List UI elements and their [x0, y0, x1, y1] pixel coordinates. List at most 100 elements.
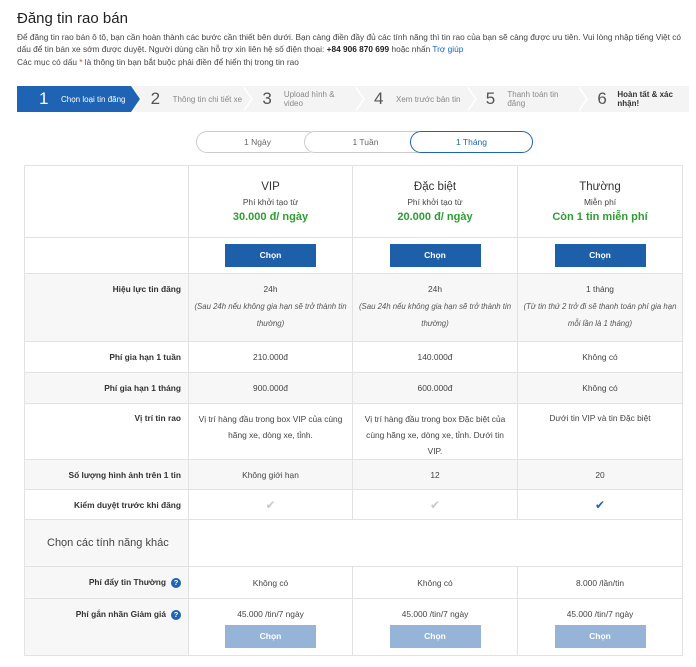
- step-5: 5 Thanh toán tin đăng: [465, 86, 589, 112]
- review-row: Kiểm duyệt trước khi đăng ✔ ✔ ✔: [24, 489, 683, 520]
- row-value: Vị trí hàng đầu trong box Đặc biệt của c…: [352, 403, 518, 460]
- row-value: Không có: [188, 566, 353, 599]
- check-icon: ✔: [429, 497, 441, 512]
- badge-price: 45.000 /tin/7 ngày: [566, 609, 634, 619]
- row-value: 12: [352, 459, 518, 490]
- step-number: 3: [262, 89, 272, 108]
- select-cell: Chọn: [517, 237, 683, 274]
- validity-value: 1 tháng: [586, 284, 614, 294]
- validity-note: (Sau 24h nếu không gia hạn sẽ trở thành …: [358, 302, 512, 328]
- empty-cell: [188, 519, 683, 567]
- row-value: ✔: [352, 489, 518, 520]
- plan-price: 20.000 đ/ ngày: [397, 210, 473, 223]
- step-6: 6 Hoàn tất & xác nhận!: [577, 86, 690, 112]
- row-value: 45.000 /tin/7 ngày Chọn: [517, 598, 683, 656]
- step-number: 6: [597, 89, 607, 108]
- push-row: Phí đẩy tin Thường? Không có Không có 8.…: [24, 566, 683, 599]
- images-row: Số lượng hình ảnh trên 1 tin Không giới …: [24, 459, 683, 490]
- plan-sub: Phí khởi tạo từ: [407, 196, 463, 207]
- badge-row: Phí gắn nhãn Giảm giá? 45.000 /tin/7 ngà…: [24, 598, 683, 656]
- extras-title: Chọn các tính năng khác: [24, 519, 189, 567]
- step-2: 2 Thông tin chi tiết xe: [130, 86, 253, 112]
- required-prefix: Các mục có dấu: [17, 56, 80, 67]
- plan-name: Đặc biệt: [413, 180, 457, 193]
- row-value: Không có: [352, 566, 518, 599]
- tab-1-month[interactable]: 1 Tháng: [410, 131, 533, 153]
- row-value: 20: [517, 459, 683, 490]
- intro-or: hoặc nhấn: [389, 44, 433, 55]
- row-label: Phí gia hạn 1 tuần: [24, 341, 189, 373]
- extras-header-row: Chọn các tính năng khác: [24, 519, 683, 567]
- validity-row: Hiệu lực tin đăng 24h (Sau 24h nếu không …: [24, 273, 683, 342]
- validity-value: 24h: [263, 284, 278, 294]
- steps-bar: 1 Chọn loại tin đăng 2 Thông tin chi tiết …: [17, 86, 690, 112]
- badge-price: 45.000 /tin/7 ngày: [237, 609, 304, 619]
- row-label: Kiểm duyệt trước khi đăng: [24, 489, 189, 520]
- step-label: Thanh toán tin đăng: [507, 90, 559, 108]
- step-number: 4: [374, 89, 384, 108]
- plan-name: Thường: [579, 180, 621, 193]
- plan-name: VIP: [261, 180, 280, 193]
- row-value: 45.000 /tin/7 ngày Chọn: [188, 598, 353, 656]
- select-special-button[interactable]: Chọn: [389, 244, 481, 267]
- step-label: Chọn loại tin đăng: [61, 94, 126, 104]
- row-value: 45.000 /tin/7 ngày Chọn: [352, 598, 518, 656]
- row-value: Dưới tin VIP và tin Đặc biệt: [517, 403, 683, 460]
- row-value: 600.000đ: [352, 372, 518, 404]
- pricing-table: VIP Phí khởi tạo từ 30.000 đ/ ngày Đặc b…: [24, 165, 683, 656]
- step-1: 1 Chọn loại tin đăng: [17, 86, 142, 112]
- help-link[interactable]: Trợ giúp: [432, 44, 463, 54]
- plan-sub: Miễn phí: [583, 196, 617, 207]
- info-icon[interactable]: ?: [171, 609, 181, 620]
- plan-normal: Thường Miễn phí Còn 1 tin miễn phí: [517, 165, 683, 238]
- intro-text: Để đăng tin rao bán ô tô, bạn cần hoàn t…: [17, 31, 689, 68]
- plan-vip: VIP Phí khởi tạo từ 30.000 đ/ ngày: [188, 165, 353, 238]
- required-suffix: là thông tin bạn bắt buộc phải điền để h…: [82, 56, 299, 67]
- badge-label: Phí gắn nhãn Giảm giá: [75, 609, 166, 619]
- row-value: 140.000đ: [352, 341, 518, 373]
- plan-price: Còn 1 tin miễn phí: [552, 210, 648, 223]
- badge-normal-button[interactable]: Chọn: [554, 625, 646, 648]
- step-3: 3 Upload hình & video: [242, 86, 365, 112]
- step-label: Hoàn tất & xác nhận!: [617, 90, 673, 108]
- step-label: Xem trước bản tin: [396, 94, 461, 104]
- badge-special-button[interactable]: Chọn: [389, 625, 481, 648]
- support-phone: +84 906 870 699: [326, 44, 390, 55]
- position-row: Vị trí tin rao Vị trí hàng đầu trong box…: [24, 403, 683, 460]
- validity-note: (Sau 24h nếu không gia hạn sẽ trở thành …: [194, 302, 347, 328]
- row-value: Không có: [517, 372, 683, 404]
- push-label: Phí đẩy tin Thường: [88, 577, 166, 588]
- select-row: Chọn Chọn Chọn: [24, 237, 683, 274]
- row-label: Vị trí tin rao: [24, 403, 189, 460]
- badge-vip-button[interactable]: Chọn: [225, 625, 316, 648]
- check-icon: ✔: [594, 497, 606, 512]
- row-label: Số lượng hình ảnh trên 1 tin: [24, 459, 189, 490]
- row-value: Không có: [517, 341, 683, 373]
- info-icon[interactable]: ?: [171, 577, 181, 588]
- select-vip-button[interactable]: Chọn: [225, 244, 316, 267]
- row-value: Vị trí hàng đầu trong box VIP của cùng h…: [188, 403, 353, 460]
- empty-cell: [24, 237, 189, 274]
- row-value: ✔: [517, 489, 683, 520]
- tab-1-day[interactable]: 1 Ngày: [196, 131, 319, 153]
- month-fee-row: Phí gia hạn 1 tháng 900.000đ 600.000đ Kh…: [24, 372, 683, 404]
- duration-tabs: 1 Ngày 1 Tuần 1 Tháng: [0, 131, 696, 153]
- row-value: 210.000đ: [188, 341, 353, 373]
- week-fee-row: Phí gia hạn 1 tuần 210.000đ 140.000đ Khô…: [24, 341, 683, 373]
- step-number: 2: [150, 89, 161, 108]
- tab-1-week[interactable]: 1 Tuần: [304, 131, 427, 153]
- row-value: 24h (Sau 24h nếu không gia hạn sẽ trở thà…: [188, 273, 353, 342]
- check-icon: ✔: [265, 497, 276, 512]
- row-value: Không giới hạn: [188, 459, 353, 490]
- row-value: 900.000đ: [188, 372, 353, 404]
- badge-price: 45.000 /tin/7 ngày: [401, 609, 469, 619]
- select-normal-button[interactable]: Chọn: [554, 244, 646, 267]
- row-label: Hiệu lực tin đăng: [24, 273, 189, 342]
- step-number: 5: [485, 89, 496, 108]
- plan-sub: Phí khởi tạo từ: [242, 196, 299, 207]
- row-value: 1 tháng (Từ tin thứ 2 trở đi sẽ thanh toá…: [517, 273, 683, 342]
- plan-special: Đặc biệt Phí khởi tạo từ 20.000 đ/ ngày: [352, 165, 518, 238]
- plan-header-row: VIP Phí khởi tạo từ 30.000 đ/ ngày Đặc b…: [24, 165, 683, 238]
- page-title: Đăng tin rao bán: [17, 10, 128, 27]
- row-value: ✔: [188, 489, 353, 520]
